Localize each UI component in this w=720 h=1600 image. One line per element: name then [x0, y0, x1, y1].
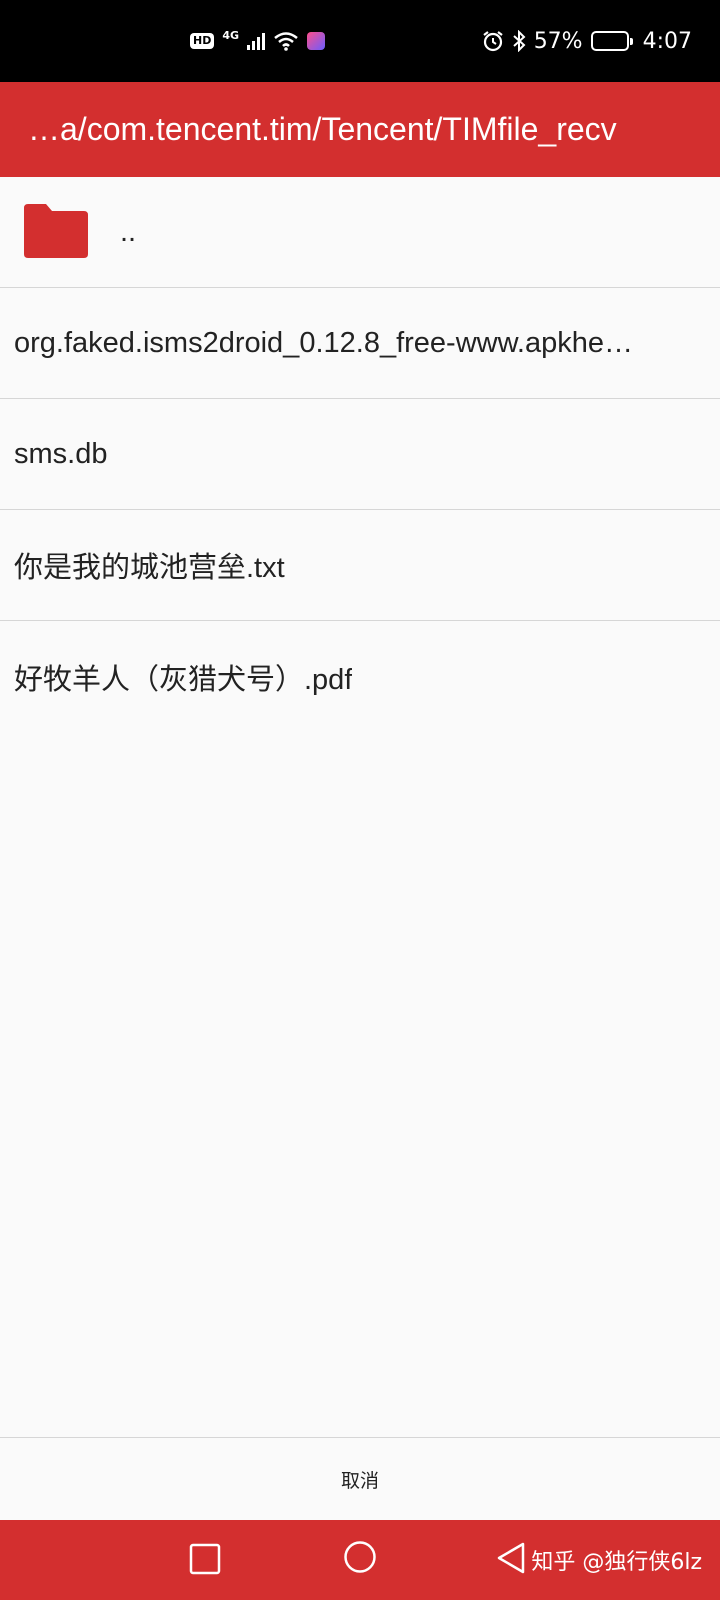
file-name: org.faked.isms2droid_0.12.8_free-www.apk…	[14, 326, 633, 359]
file-name: sms.db	[14, 437, 108, 470]
square-icon[interactable]	[189, 1543, 221, 1575]
wifi-icon	[274, 32, 298, 51]
circle-icon[interactable]	[343, 1540, 377, 1574]
notification-app-icon	[307, 32, 326, 50]
dialog-actions: 取消	[0, 1437, 720, 1520]
status-left: HD 4G	[190, 28, 326, 51]
file-row[interactable]: sms.db	[0, 399, 720, 510]
file-row[interactable]: org.faked.isms2droid_0.12.8_free-www.apk…	[0, 288, 720, 399]
file-list: .. org.faked.isms2droid_0.12.8_free-www.…	[0, 177, 720, 732]
file-name: 好牧羊人（灰猎犬号）.pdf	[14, 663, 353, 696]
current-path: …a/com.tencent.tim/Tencent/TIMfile_recv	[28, 111, 617, 147]
status-bar: HD 4G 57% 4:07	[0, 0, 720, 82]
status-right: 57% 4:07	[482, 29, 692, 54]
parent-directory-row[interactable]: ..	[0, 177, 720, 288]
signal-icon	[247, 32, 266, 50]
triangle-back-icon[interactable]	[495, 1541, 527, 1575]
title-bar: …a/com.tencent.tim/Tencent/TIMfile_recv	[0, 82, 720, 177]
alarm-icon	[483, 31, 503, 52]
network-type: 4G	[222, 28, 240, 42]
parent-directory-label: ..	[120, 215, 137, 248]
file-row[interactable]: 好牧羊人（灰猎犬号）.pdf	[0, 621, 720, 732]
cancel-button[interactable]: 取消	[311, 1456, 409, 1503]
battery-icon	[590, 31, 633, 51]
file-row[interactable]: 你是我的城池营垒.txt	[0, 510, 720, 621]
folder-icon	[24, 204, 88, 258]
battery-percent: 57%	[533, 28, 583, 54]
bluetooth-icon	[513, 30, 526, 52]
watermark: 知乎 @独行侠6lz	[531, 1550, 702, 1575]
clock: 4:07	[642, 28, 692, 54]
navigation-bar: 知乎 @独行侠6lz	[0, 1520, 720, 1600]
hd-badge: HD	[190, 33, 215, 49]
file-name: 你是我的城池营垒.txt	[14, 552, 285, 584]
